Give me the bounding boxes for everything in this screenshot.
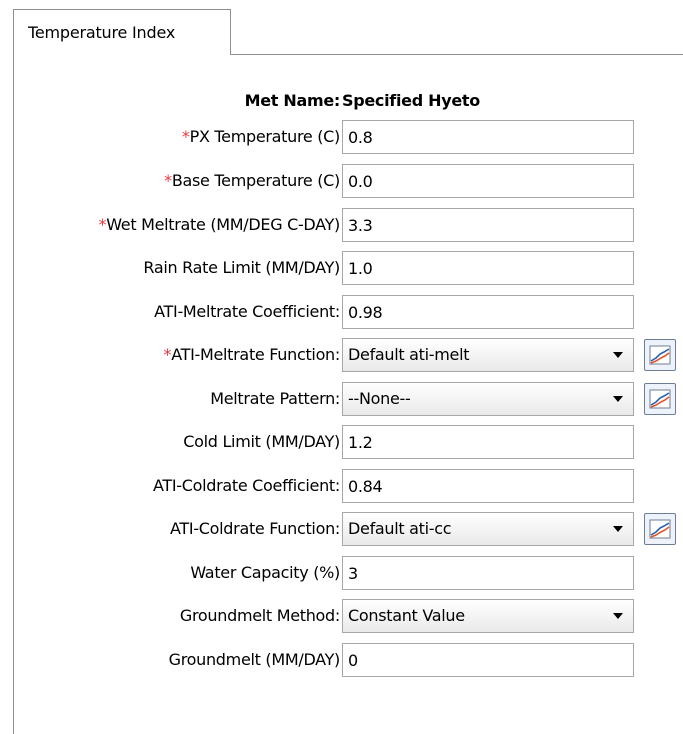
rain-rate-limit-label: Rain Rate Limit (MM/DAY) <box>143 258 340 277</box>
groundmelt-method-row: Groundmelt Method: Constant Value <box>0 597 683 635</box>
required-marker: * <box>181 127 190 146</box>
met-name-label: Met Name: <box>244 91 341 110</box>
groundmelt-row: Groundmelt (MM/DAY) <box>0 641 683 679</box>
cold-limit-row: Cold Limit (MM/DAY) <box>0 423 683 461</box>
groundmelt-input[interactable] <box>342 643 634 677</box>
wet-meltrate-label: *Wet Meltrate (MM/DEG C-DAY) <box>98 215 340 234</box>
chevron-down-icon <box>613 352 623 358</box>
px-temperature-input[interactable] <box>342 120 634 154</box>
px-temperature-label: *PX Temperature (C) <box>181 127 340 146</box>
cold-limit-label: Cold Limit (MM/DAY) <box>183 432 340 451</box>
ati-coldrate-function-label: ATI-Coldrate Function: <box>170 519 340 538</box>
meltrate-pattern-value: --None-- <box>348 389 411 408</box>
tab-temperature-index[interactable]: Temperature Index <box>13 9 231 55</box>
ati-meltrate-coefficient-label: ATI-Meltrate Coefficient: <box>154 302 340 321</box>
meltrate-pattern-label: Meltrate Pattern: <box>210 389 340 408</box>
graph-icon <box>649 389 671 409</box>
base-temperature-row: *Base Temperature (C) <box>0 162 683 200</box>
ati-meltrate-function-label: *ATI-Meltrate Function: <box>163 345 341 364</box>
groundmelt-method-label: Groundmelt Method: <box>179 606 340 625</box>
rain-rate-limit-row: Rain Rate Limit (MM/DAY) <box>0 249 683 287</box>
cold-limit-input[interactable] <box>342 425 634 459</box>
ati-coldrate-coefficient-row: ATI-Coldrate Coefficient: <box>0 467 683 505</box>
meltrate-pattern-select[interactable]: --None-- <box>342 382 634 416</box>
ati-meltrate-coefficient-input[interactable] <box>342 295 634 329</box>
ati-coldrate-coefficient-input[interactable] <box>342 469 634 503</box>
water-capacity-input[interactable] <box>342 556 634 590</box>
ati-coldrate-function-value: Default ati-cc <box>348 519 452 538</box>
rain-rate-limit-input[interactable] <box>342 251 634 285</box>
wet-meltrate-input[interactable] <box>342 208 634 242</box>
ati-meltrate-graph-button[interactable] <box>644 339 676 371</box>
ati-meltrate-function-select[interactable]: Default ati-melt <box>342 338 634 372</box>
graph-icon <box>649 519 671 539</box>
meltrate-pattern-row: Meltrate Pattern: --None-- <box>0 380 683 418</box>
ati-meltrate-function-row: *ATI-Meltrate Function: Default ati-melt <box>0 336 683 374</box>
ati-coldrate-function-row: ATI-Coldrate Function: Default ati-cc <box>0 510 683 548</box>
ati-coldrate-function-select[interactable]: Default ati-cc <box>342 512 634 546</box>
met-name-row: Met Name: Specified Hyeto <box>0 82 683 120</box>
meltrate-pattern-graph-button[interactable] <box>644 383 676 415</box>
chevron-down-icon <box>613 526 623 532</box>
groundmelt-method-select[interactable]: Constant Value <box>342 599 634 633</box>
required-marker: * <box>164 171 172 190</box>
base-temperature-label: *Base Temperature (C) <box>164 171 340 190</box>
ati-meltrate-coefficient-row: ATI-Meltrate Coefficient: <box>0 293 683 331</box>
px-temperature-row: *PX Temperature (C) <box>0 118 683 156</box>
chevron-down-icon <box>613 396 623 402</box>
ati-coldrate-graph-button[interactable] <box>644 513 676 545</box>
groundmelt-method-value: Constant Value <box>348 606 465 625</box>
met-name-value: Specified Hyeto <box>342 91 480 110</box>
water-capacity-row: Water Capacity (%) <box>0 554 683 592</box>
graph-icon <box>649 345 671 365</box>
chevron-down-icon <box>613 613 623 619</box>
water-capacity-label: Water Capacity (%) <box>190 563 340 582</box>
base-temperature-input[interactable] <box>342 164 634 198</box>
ati-coldrate-coefficient-label: ATI-Coldrate Coefficient: <box>152 476 340 495</box>
groundmelt-label: Groundmelt (MM/DAY) <box>168 650 341 669</box>
wet-meltrate-row: *Wet Meltrate (MM/DEG C-DAY) <box>0 206 683 244</box>
ati-meltrate-function-value: Default ati-melt <box>348 345 470 364</box>
